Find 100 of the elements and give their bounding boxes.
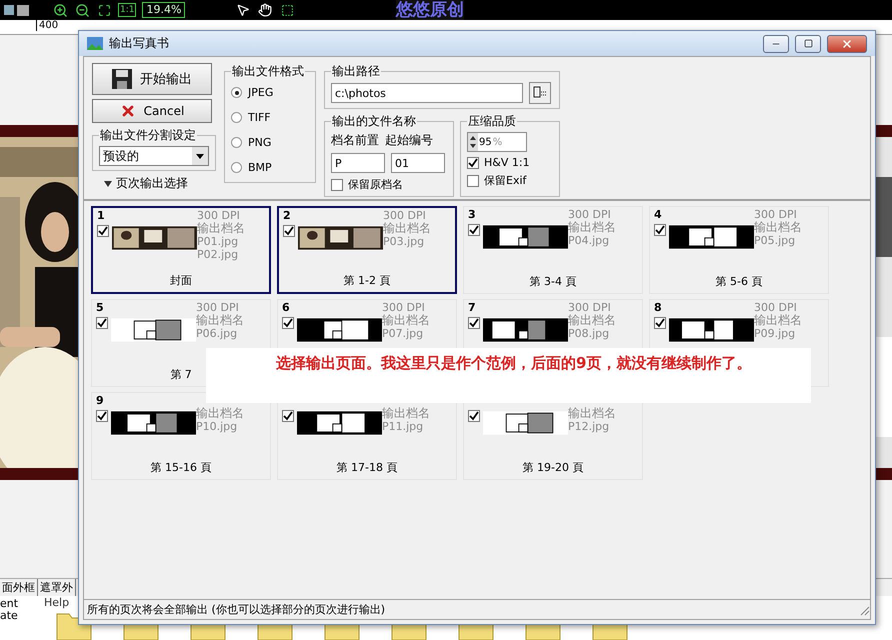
file-name-label: 输出档名 [382,407,431,420]
page-card[interactable]: 2 300 DPI 输出档名 P03.jpg 第 1-2 頁 [277,206,457,294]
path-field[interactable]: c:\photos [331,83,523,103]
page-number: 7 [468,301,477,315]
dpi-label: 300 DPI [754,208,798,221]
file-name: P09.jpg [754,327,796,340]
file-name-label: 输出档名 [383,222,432,235]
group-label: 输出的文件名称 [331,113,417,130]
page-caption: 第 5-6 頁 [716,274,762,290]
cancel-button[interactable]: Cancel [92,99,212,123]
format-radio[interactable]: TIFF [231,107,309,128]
file-name: P01.jpg [197,235,240,248]
page-checkbox[interactable] [468,410,480,422]
file-name: P03.jpg [383,235,426,248]
page-caption: 第 15-16 頁 [150,460,212,476]
field-label: 档名前置 [331,132,379,149]
window-title: 输出写真书 [109,35,170,52]
dpi-label: 300 DPI [196,301,240,314]
checkmark-icon [469,318,479,328]
page-checkbox[interactable] [468,224,480,236]
page-checkbox[interactable] [96,410,108,422]
file-name: P06.jpg [196,327,238,340]
page-number: 9 [96,394,105,408]
page-caption: 第 19-20 頁 [522,460,584,476]
page-card[interactable]: 3 300 DPI 输出档名 P04.jpg 第 3-4 頁 [463,206,643,294]
actual-size-button[interactable]: 1:1 [118,3,136,17]
checkmark-icon [283,411,293,421]
page-caption: 第 3-4 頁 [530,274,576,290]
dpi-label: 300 DPI [197,209,241,222]
format-radio[interactable]: JPEG [231,82,309,103]
page-number: 2 [283,209,292,223]
file-name: P05.jpg [754,234,796,247]
page-number: 8 [654,301,663,315]
page-checkbox[interactable] [282,317,294,329]
page-checkbox[interactable] [96,317,108,329]
start-number-field[interactable]: 01 [391,153,445,173]
page-card[interactable]: 1 300 DPI 输出档名 P01.jpg P02.jpg 封面 [91,206,271,294]
page-checkbox[interactable] [654,317,666,329]
file-name-label: 输出档名 [197,222,246,235]
format-radio[interactable]: PNG [231,132,309,153]
quality-checkbox[interactable]: 保留Exif [467,173,553,188]
dpi-label: 300 DPI [568,301,612,314]
dpi-label: 300 DPI [568,208,612,221]
group-label: 输出路径 [331,63,381,80]
minimize-button[interactable] [763,34,789,52]
file-name-label: 输出档名 [754,314,803,327]
zoom-field[interactable]: 19.4% [142,2,186,18]
fit-icon[interactable] [96,2,112,18]
browse-button[interactable] [529,82,551,104]
selection-icon[interactable] [279,2,296,18]
app-title: 悠悠原创 [396,0,464,20]
checkmark-icon [97,411,107,421]
page-checkbox[interactable] [97,225,109,237]
zoom-in-icon[interactable] [52,2,68,18]
maximize-icon [804,39,812,48]
ruler-label: 400 [36,20,58,31]
page-selection-toggle[interactable]: 页次输出选择 [92,175,216,192]
pointer-icon[interactable] [235,2,252,18]
file-name: P04.jpg [568,234,610,247]
file-name-label: 输出档名 [196,314,245,327]
keep-name-checkbox[interactable]: 保留原档名 [331,177,447,192]
browse-icon [533,84,547,98]
file-name-label: 输出档名 [754,221,803,234]
resize-grip-icon[interactable] [858,604,870,616]
toolbar-icon[interactable] [4,3,30,17]
cross-icon [120,103,136,119]
checkmark-icon [469,411,479,421]
page-checkbox[interactable] [654,224,666,236]
prefix-field[interactable]: P [331,153,385,173]
checkmark-icon [655,225,665,235]
checkmark-icon [468,158,478,168]
file-name-label: 输出档名 [196,407,245,420]
close-button[interactable] [827,34,867,52]
dpi-label: 300 DPI [754,301,798,314]
quality-spinner[interactable]: 95% [467,132,527,152]
file-name: P10.jpg [196,420,238,433]
spinner-arrows-icon [468,133,478,151]
checkmark-icon [97,318,107,328]
status-text: 所有的页次将会全部输出 (你也可以选择部分的页次进行输出) [87,602,386,617]
maximize-button[interactable] [795,34,821,52]
page-number: 5 [96,301,105,315]
item-label: ate [0,610,19,622]
zoom-out-icon[interactable] [74,2,90,18]
checkmark-icon [655,318,665,328]
file-name-label: 输出档名 [382,314,431,327]
file-name: P12.jpg [568,420,610,433]
page-number: 4 [654,208,663,222]
checkmark-icon [284,226,294,236]
start-output-button[interactable]: 开始输出 [92,63,212,95]
page-checkbox[interactable] [468,317,480,329]
page-card[interactable]: 4 300 DPI 输出档名 P05.jpg 第 5-6 頁 [649,206,829,294]
quality-checkbox[interactable]: H&V 1:1 [467,156,553,169]
hand-icon[interactable] [257,2,274,18]
page-caption: 第 17-18 頁 [336,460,398,476]
split-dropdown[interactable]: 预设的 [99,146,209,166]
page-checkbox[interactable] [282,410,294,422]
format-radio[interactable]: BMP [231,157,309,178]
checkmark-icon [283,318,293,328]
page-checkbox[interactable] [283,225,295,237]
folder-label: Help [44,596,70,609]
